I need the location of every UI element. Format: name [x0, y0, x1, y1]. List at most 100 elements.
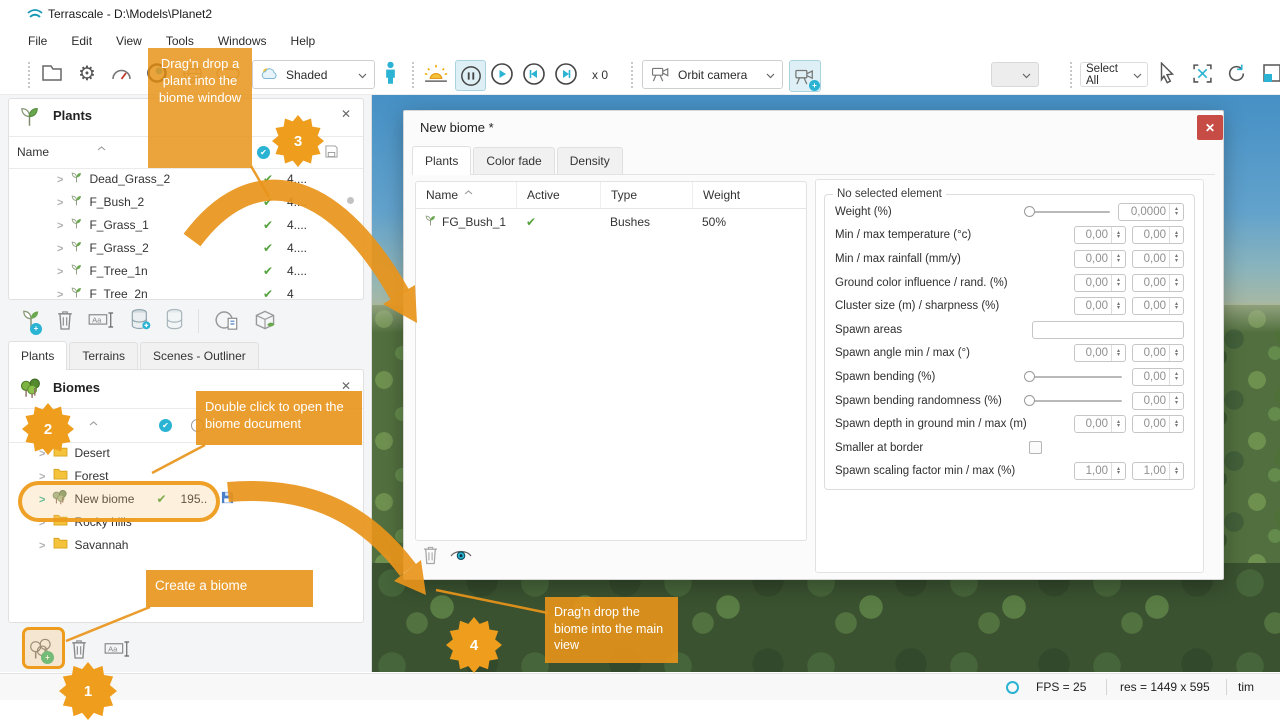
step-back-button[interactable] [522, 62, 546, 86]
select-mode-dropdown[interactable]: Select All [1080, 62, 1148, 87]
rain-max-spinner[interactable]: 0,00 [1132, 250, 1184, 268]
weight-slider[interactable] [1026, 211, 1110, 213]
rename-biome-button[interactable]: Aa [104, 640, 132, 661]
status-spinner-icon [1006, 681, 1019, 694]
biome-row[interactable]: Savannah [9, 533, 364, 556]
rain-min-spinner[interactable]: 0,00 [1074, 250, 1126, 268]
scale-tool-button[interactable] [1262, 63, 1280, 84]
step-forward-button[interactable] [554, 62, 578, 86]
performance-button[interactable] [110, 64, 133, 82]
temp-min-spinner[interactable]: 0,00 [1074, 226, 1126, 244]
spawn-areas-input[interactable] [1032, 321, 1184, 339]
menu-help[interactable]: Help [291, 34, 316, 48]
add-plant-button[interactable] [20, 308, 42, 335]
settings-button[interactable] [78, 61, 96, 86]
open-folder-button[interactable] [40, 63, 64, 83]
database-sync-button[interactable] [130, 308, 151, 334]
menu-edit[interactable]: Edit [71, 34, 92, 48]
bending-slider[interactable] [1026, 376, 1122, 378]
plant-name[interactable]: Dead_Grass_2 [89, 172, 263, 186]
biome-name[interactable]: Desert [74, 446, 109, 460]
save-icon[interactable] [221, 491, 234, 507]
plant-package-button[interactable] [253, 309, 277, 334]
menu-view[interactable]: View [116, 34, 142, 48]
plant-name[interactable]: F_Grass_2 [89, 241, 263, 255]
bending-randomness-slider[interactable] [1026, 400, 1122, 402]
plant-name[interactable]: F_Tree_1n [89, 264, 263, 278]
plant-row[interactable]: F_Tree_1n 4.... [9, 259, 364, 282]
first-person-button[interactable] [384, 60, 397, 88]
scaling-max-spinner[interactable]: 1,00 [1132, 462, 1184, 480]
expander-icon[interactable] [57, 218, 63, 232]
col-active[interactable]: Active [516, 182, 600, 208]
move-tool-button[interactable] [1192, 63, 1213, 84]
biome-name[interactable]: Savannah [74, 538, 128, 552]
camera-mode-dropdown[interactable]: Orbit camera [642, 60, 783, 89]
depth-max-spinner[interactable]: 0,00 [1132, 415, 1184, 433]
render-mode-dropdown[interactable]: Shaded [252, 60, 375, 89]
biome-plants-table-header[interactable]: Name Active Type Weight [416, 182, 806, 209]
new-biome-dialog: New biome * ✕ Plants Color fade Density … [403, 110, 1224, 580]
plant-row[interactable]: F_Grass_1 4.... [9, 213, 364, 236]
biome-plant-name[interactable]: FG_Bush_1 [442, 215, 516, 229]
pause-button[interactable] [455, 60, 486, 91]
camera-bookmark-dropdown[interactable] [991, 62, 1039, 87]
plant-row[interactable]: Dead_Grass_2 4.... [9, 167, 364, 190]
ground-min-spinner[interactable]: 0,00 [1074, 274, 1126, 292]
plants-col-name[interactable]: Name [17, 145, 49, 159]
dialog-close-button[interactable]: ✕ [1197, 115, 1223, 140]
dialog-tab-plants[interactable]: Plants [412, 146, 471, 175]
database-button[interactable] [165, 308, 184, 334]
rename-plant-button[interactable]: Aa [88, 311, 116, 332]
cluster-min-spinner[interactable]: 0,00 [1074, 297, 1126, 315]
weight-spinner[interactable]: 0,0000 [1118, 203, 1184, 221]
scrollbar-thumb[interactable] [347, 197, 354, 204]
angle-max-spinner[interactable]: 0,00 [1132, 344, 1184, 362]
plant-row[interactable]: F_Tree_2n 4 [9, 282, 364, 300]
export-plant-button[interactable] [215, 309, 239, 334]
dialog-tab-density[interactable]: Density [557, 147, 623, 174]
plant-row[interactable]: F_Bush_2 4.... [9, 190, 364, 213]
menu-file[interactable]: File [28, 34, 47, 48]
select-cursor-button[interactable] [1158, 62, 1176, 84]
expander-icon[interactable] [57, 172, 63, 186]
temp-max-spinner[interactable]: 0,00 [1132, 226, 1184, 244]
expander-icon[interactable] [57, 287, 63, 301]
expander-icon[interactable] [57, 195, 63, 209]
plant-row[interactable]: F_Grass_2 4.... [9, 236, 364, 259]
plant-name[interactable]: F_Bush_2 [89, 195, 263, 209]
daylight-button[interactable] [424, 64, 448, 84]
tab-plants[interactable]: Plants [8, 341, 67, 370]
expander-icon[interactable] [57, 264, 63, 278]
delete-biome-button[interactable] [70, 638, 88, 663]
app-logo-icon [27, 7, 43, 24]
visibility-eye-button[interactable] [450, 548, 472, 565]
tab-terrains[interactable]: Terrains [69, 342, 138, 369]
camera-add-bookmark-button[interactable] [789, 60, 821, 92]
ground-max-spinner[interactable]: 0,00 [1132, 274, 1184, 292]
col-name[interactable]: Name [416, 182, 516, 208]
menu-tools[interactable]: Tools [166, 34, 194, 48]
depth-min-spinner[interactable]: 0,00 [1074, 415, 1126, 433]
plant-name[interactable]: F_Grass_1 [89, 218, 263, 232]
dialog-tab-color-fade[interactable]: Color fade [473, 147, 554, 174]
plant-name[interactable]: F_Tree_2n [89, 287, 263, 301]
close-icon[interactable] [341, 107, 351, 121]
delete-plant-button[interactable] [56, 309, 74, 334]
expander-icon[interactable] [39, 538, 45, 552]
scaling-min-spinner[interactable]: 1,00 [1074, 462, 1126, 480]
menu-windows[interactable]: Windows [218, 34, 267, 48]
biome-plant-row[interactable]: FG_Bush_1 Bushes 50% [416, 209, 806, 234]
rotate-tool-button[interactable] [1226, 63, 1247, 84]
angle-min-spinner[interactable]: 0,00 [1074, 344, 1126, 362]
bending-spinner[interactable]: 0,00 [1132, 368, 1184, 386]
bending-randomness-spinner[interactable]: 0,00 [1132, 392, 1184, 410]
cluster-max-spinner[interactable]: 0,00 [1132, 297, 1184, 315]
expander-icon[interactable] [57, 241, 63, 255]
col-type[interactable]: Type [600, 182, 692, 208]
play-button[interactable] [490, 62, 514, 86]
delete-biome-plant-button[interactable] [422, 545, 439, 568]
col-weight[interactable]: Weight [692, 182, 806, 208]
smaller-at-border-checkbox[interactable] [1029, 441, 1042, 454]
tab-scenes-outliner[interactable]: Scenes - Outliner [140, 342, 259, 369]
